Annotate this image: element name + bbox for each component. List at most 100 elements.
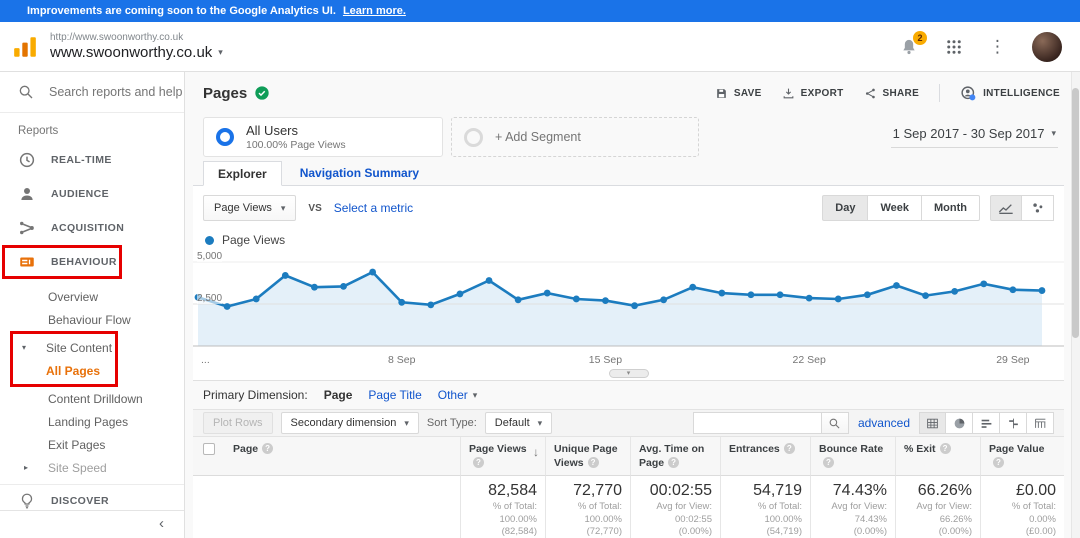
help-icon[interactable]: ? xyxy=(668,457,680,469)
date-range-picker[interactable]: 1 Sep 2017 - 30 Sep 2017 ▾ xyxy=(890,124,1058,148)
scrollbar-thumb[interactable] xyxy=(1072,88,1079,338)
collapse-arrow-icon[interactable]: ▸ xyxy=(24,463,48,472)
dimension-page[interactable]: Page xyxy=(324,388,353,402)
divider xyxy=(939,84,941,102)
total-unique-page-views: 72,770 % of Total: 100.00% (72,770) xyxy=(545,476,630,538)
col-header-entrances[interactable]: Entrances? xyxy=(720,437,810,477)
col-header-page-value[interactable]: Page Value? xyxy=(980,437,1064,477)
table-search-input[interactable] xyxy=(692,412,821,434)
google-analytics-logo-icon xyxy=(14,36,36,57)
col-header-unique-page-views[interactable]: Unique Page Views? xyxy=(545,437,630,477)
sidebar-item-exit-pages[interactable]: Exit Pages xyxy=(0,433,184,456)
user-avatar[interactable] xyxy=(1032,31,1062,62)
add-segment-button[interactable]: + Add Segment xyxy=(451,117,699,157)
export-button[interactable]: EXPORT xyxy=(782,87,844,100)
sidebar-item-all-pages[interactable]: All Pages xyxy=(13,359,115,382)
banner-text: Improvements are coming soon to the Goog… xyxy=(27,5,336,17)
advanced-search-link[interactable]: advanced xyxy=(858,416,910,430)
property-selector[interactable]: http://www.swoonworthy.co.uk www.swoonwo… xyxy=(50,32,223,61)
select-metric-link[interactable]: Select a metric xyxy=(334,201,413,215)
save-button[interactable]: SAVE xyxy=(715,87,762,100)
timeseries-chart[interactable]: 5,000 2,500 xyxy=(193,251,1064,354)
behaviour-highlight-box: BEHAVIOUR xyxy=(2,245,122,279)
motion-chart-view-button[interactable] xyxy=(1022,195,1054,221)
col-header-exit[interactable]: % Exit? xyxy=(895,437,980,477)
verified-shield-icon xyxy=(255,86,269,100)
tab-explorer[interactable]: Explorer xyxy=(203,161,282,186)
secondary-dimension-button[interactable]: Secondary dimension ▾ xyxy=(280,412,419,434)
performance-view-button[interactable] xyxy=(973,412,1000,434)
chevron-down-icon: ▾ xyxy=(218,47,223,57)
help-icon[interactable]: ? xyxy=(262,443,274,454)
segment-subtitle: 100.00% Page Views xyxy=(246,139,346,151)
sidebar-collapse-button[interactable]: ‹ xyxy=(0,510,184,538)
sidebar-subitem-label: Exit Pages xyxy=(48,437,106,452)
intelligence-label: INTELLIGENCE xyxy=(983,87,1060,99)
intelligence-button[interactable]: INTELLIGENCE xyxy=(960,85,1060,102)
sidebar-item-acquisition[interactable]: ACQUISITION xyxy=(0,211,184,245)
percentage-view-button[interactable] xyxy=(946,412,973,434)
help-icon[interactable]: ? xyxy=(939,443,951,454)
apps-grid-icon[interactable] xyxy=(945,38,963,56)
granularity-week[interactable]: Week xyxy=(868,195,923,221)
notifications-button[interactable]: 2 xyxy=(899,30,927,57)
acquisition-icon xyxy=(20,221,34,235)
help-icon[interactable]: ? xyxy=(473,457,484,469)
expand-arrow-icon[interactable]: ▾ xyxy=(22,343,46,352)
metric-selector-button[interactable]: Page Views ▾ xyxy=(203,195,297,221)
sidebar-item-site-speed[interactable]: ▸ Site Speed xyxy=(0,456,184,479)
sidebar-item-label: ACQUISITION xyxy=(51,222,125,234)
reports-section-label: Reports xyxy=(18,125,59,137)
select-all-checkbox[interactable] xyxy=(203,443,215,455)
chart-legend: Page Views xyxy=(193,228,1064,252)
col-header-page[interactable]: Page? xyxy=(225,437,460,477)
col-header-avg-time[interactable]: Avg. Time on Page? xyxy=(630,437,720,477)
tab-navigation-summary[interactable]: Navigation Summary xyxy=(300,161,419,185)
dimension-other[interactable]: Other xyxy=(438,388,468,402)
dimension-page-title[interactable]: Page Title xyxy=(368,388,421,402)
help-icon[interactable]: ? xyxy=(783,443,795,454)
x-axis-left-label: ... xyxy=(201,354,210,366)
sidebar-item-label: BEHAVIOUR xyxy=(51,256,117,268)
property-url: http://www.swoonworthy.co.uk xyxy=(50,32,184,43)
sort-descending-icon: ↓ xyxy=(533,445,539,459)
help-icon[interactable]: ? xyxy=(993,457,1004,469)
granularity-day[interactable]: Day xyxy=(822,195,869,221)
timeline-slider-handle[interactable]: ▾ xyxy=(608,369,649,378)
col-header-page-views[interactable]: Page Views? ↓ xyxy=(460,437,545,477)
col-label: Unique Page Views xyxy=(554,443,618,470)
secondary-dimension-label: Secondary dimension xyxy=(290,417,397,429)
pivot-view-button[interactable] xyxy=(1027,412,1054,434)
sidebar-item-site-content[interactable]: ▾ Site Content xyxy=(13,336,115,359)
help-icon[interactable]: ? xyxy=(587,457,599,469)
intelligence-icon xyxy=(961,85,976,100)
more-options-icon[interactable]: ⋮ xyxy=(989,37,1006,57)
table-search-button[interactable] xyxy=(820,412,849,434)
vertical-scrollbar[interactable] xyxy=(1071,72,1080,538)
sidebar-item-content-drilldown[interactable]: Content Drilldown xyxy=(0,387,184,410)
x-axis-tick-label: 22 Sep xyxy=(792,354,826,366)
segment-all-users[interactable]: All Users 100.00% Page Views xyxy=(203,117,443,157)
sidebar-search[interactable]: Search reports and help xyxy=(0,72,184,112)
segment-ring-gray-icon xyxy=(464,127,483,147)
granularity-month[interactable]: Month xyxy=(922,195,980,221)
share-button[interactable]: SHARE xyxy=(864,87,920,100)
sidebar-item-behaviour[interactable]: BEHAVIOUR xyxy=(5,248,119,276)
plot-rows-button[interactable]: Plot Rows xyxy=(203,412,273,434)
line-chart-view-button[interactable] xyxy=(990,195,1022,221)
help-icon[interactable]: ? xyxy=(823,457,834,469)
pie-chart-icon xyxy=(954,418,964,428)
legend-label: Page Views xyxy=(222,233,286,247)
sidebar-item-landing-pages[interactable]: Landing Pages xyxy=(0,410,184,433)
sidebar-item-realtime[interactable]: REAL-TIME xyxy=(0,143,184,177)
comparison-view-button[interactable] xyxy=(1000,412,1027,434)
sort-type-button[interactable]: Default ▾ xyxy=(484,412,553,434)
table-view-button[interactable] xyxy=(919,412,946,434)
sidebar-item-overview[interactable]: Overview xyxy=(0,285,184,308)
sidebar-item-audience[interactable]: AUDIENCE xyxy=(0,177,184,211)
learn-more-link[interactable]: Learn more. xyxy=(343,5,406,17)
line-chart-icon xyxy=(998,204,1013,214)
table-view-icon xyxy=(927,418,938,428)
sidebar-item-behaviour-flow[interactable]: Behaviour Flow xyxy=(0,308,184,331)
col-header-bounce-rate[interactable]: Bounce Rate? xyxy=(810,437,895,477)
